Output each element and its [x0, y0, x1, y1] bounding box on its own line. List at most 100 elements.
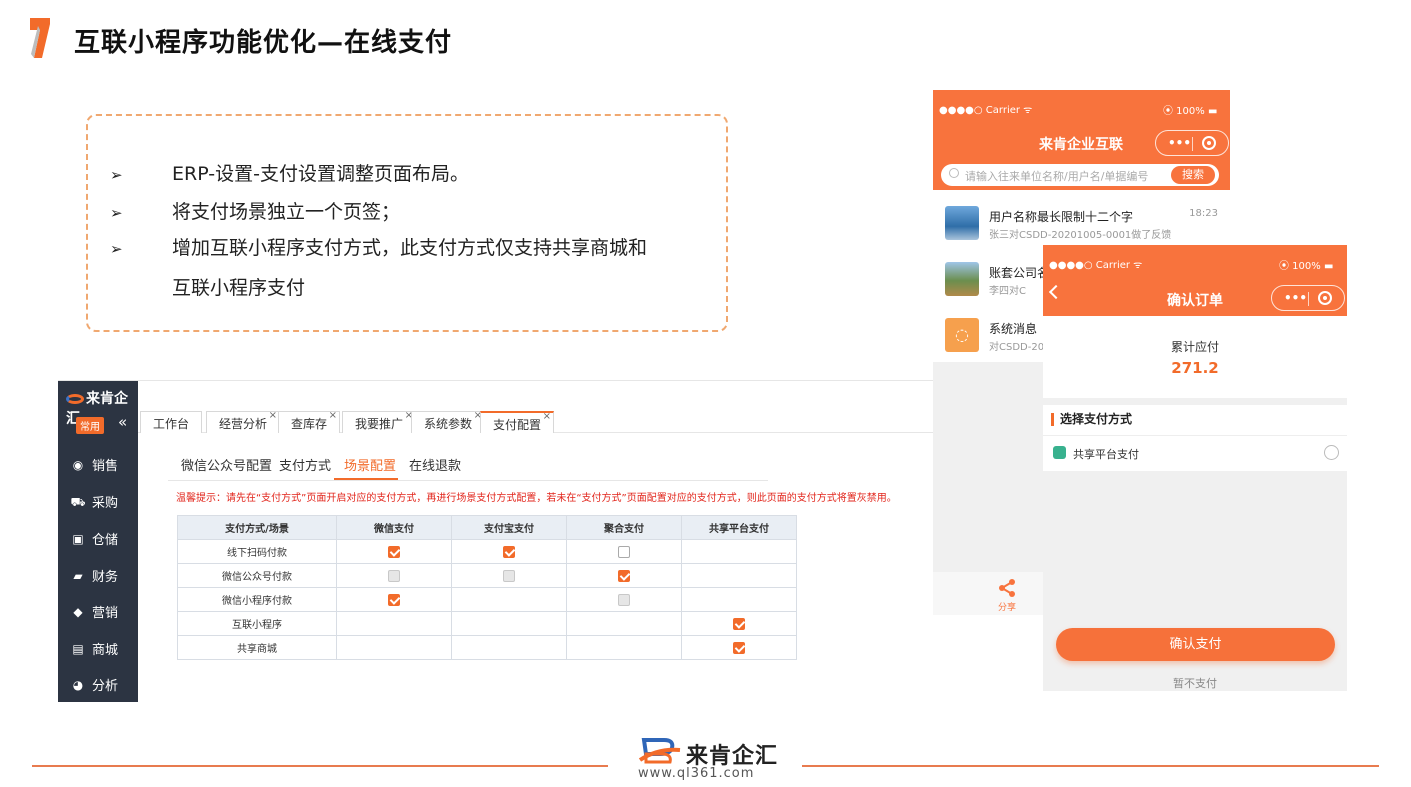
status-carrier: ●●●●○ Carrier ᯤ [1049, 260, 1143, 271]
table-cell [681, 611, 797, 636]
bullet-item: ➢ 增加互联小程序支付方式，此支付方式仅支持共享商城和 [110, 236, 647, 261]
payment-checkbox[interactable] [388, 593, 400, 606]
bullet-item: ➢ ERP-设置-支付设置调整页面布局。 [110, 162, 469, 187]
page-title: 互联小程序功能优化—在线支付 [74, 28, 453, 58]
payment-checkbox[interactable] [733, 641, 745, 654]
tab-payment-methods[interactable]: 支付方式 [279, 455, 331, 474]
sales-icon: ◉ [72, 457, 84, 472]
capsule-menu[interactable]: ••• [1155, 130, 1229, 156]
payment-checkbox[interactable] [618, 569, 630, 582]
payment-option-label: 共享平台支付 [1073, 448, 1139, 461]
payment-checkbox [503, 569, 515, 582]
column-header: 共享平台支付 [681, 515, 797, 540]
tab-scene-config[interactable]: 场景配置 [344, 455, 396, 474]
more-icon[interactable]: ••• [1284, 291, 1307, 305]
erp-logo: 来肯企汇 [58, 381, 138, 427]
bullet-marker-icon: ➢ [110, 166, 123, 184]
wallet-icon: ▰ [73, 568, 83, 583]
status-battery: ⦿ 100% ▬ [1163, 106, 1218, 117]
page-tab-bar: 工作台 经营分析 × 查库存 × 我要推广 × 系统参数 × 支付配置 × [138, 410, 933, 433]
tab-system-params[interactable]: 系统参数 × [411, 410, 486, 433]
payment-option-radio[interactable] [1324, 445, 1339, 460]
phone-header: ●●●●○ Carrier ᯤ ⦿ 100% ▬ 确认订单 ••• [1043, 245, 1347, 316]
table-cell [451, 539, 567, 564]
common-badge[interactable]: 常用 [76, 417, 104, 434]
table-cell [681, 563, 797, 588]
share-icon[interactable] [997, 578, 1017, 598]
payment-checkbox[interactable] [503, 545, 515, 558]
payment-checkbox[interactable] [388, 545, 400, 558]
column-header: 支付方式/场景 [177, 515, 337, 540]
tab-online-refund[interactable]: 在线退款 [409, 455, 461, 474]
sidebar-item-marketing[interactable]: ◆ 营销 [70, 602, 118, 622]
scene-label: 微信小程序付款 [177, 587, 337, 612]
scene-label: 线下扫码付款 [177, 539, 337, 564]
sidebar-item-finance[interactable]: ▰ 财务 [70, 566, 118, 586]
cart-icon: ⛟ [70, 494, 86, 509]
tab-promote[interactable]: 我要推广 × [342, 410, 417, 433]
erp-sidebar: 来肯企汇 常用 « ◉ 销售 ⛟ 采购 ▣ 仓储 ▰ 财务 ◆ 营销 ▤ 商城 ◕ 分析 [58, 381, 138, 702]
table-cell [566, 635, 682, 660]
back-icon[interactable] [1048, 284, 1064, 300]
confirm-pay-button[interactable]: 确认支付 [1056, 628, 1335, 661]
table-cell [336, 539, 452, 564]
payment-method-section: 选择支付方式 共享平台支付 [1043, 405, 1347, 471]
capsule-menu[interactable]: ••• [1271, 285, 1345, 311]
store-icon: ▤ [72, 641, 84, 656]
phone-header: ●●●●○ Carrier ᯤ ⦿ 100% ▬ 来肯企业互联 ••• 请输入往… [933, 90, 1230, 190]
chat-bubble-icon: ◌ [945, 318, 979, 352]
sidebar-item-purchase[interactable]: ⛟ 采购 [70, 492, 118, 512]
skip-pay-link[interactable]: 暂不支付 [1043, 675, 1347, 691]
table-row: 线下扫码付款 [177, 539, 797, 564]
scene-label: 互联小程序 [177, 611, 337, 636]
tab-workbench[interactable]: 工作台 [140, 411, 203, 433]
tab-wechat-account-config[interactable]: 微信公众号配置 [181, 455, 272, 474]
footer-logo: 来肯企汇 www.ql361.com [608, 722, 802, 781]
table-row: 微信公众号付款 [177, 563, 797, 588]
logo-swoosh-icon [638, 738, 681, 764]
payment-checkbox[interactable] [733, 617, 745, 630]
search-bar[interactable]: 请输入往来单位名称/用户名/单据编号 搜索 [941, 164, 1219, 186]
table-cell [681, 635, 797, 660]
active-tab-underline [334, 478, 398, 480]
tag-icon: ◆ [73, 604, 83, 619]
table-row: 互联小程序 [177, 611, 797, 636]
tab-business-analysis[interactable]: 经营分析 × [206, 410, 281, 433]
close-icon[interactable]: × [543, 411, 551, 422]
bullet-item: ➢ 将支付场景独立一个页签； [110, 200, 400, 225]
search-button[interactable]: 搜索 [1171, 166, 1215, 184]
close-circle-icon[interactable] [1202, 136, 1216, 150]
more-icon[interactable]: ••• [1168, 136, 1191, 150]
sub-tab-divider [168, 480, 768, 481]
status-battery: ⦿ 100% ▬ [1279, 261, 1334, 272]
sidebar-item-mall[interactable]: ▤ 商城 [70, 639, 118, 659]
phone-title: 来肯企业互联 [1039, 137, 1123, 153]
search-input[interactable]: 请输入往来单位名称/用户名/单据编号 [965, 168, 1148, 184]
close-icon[interactable]: × [269, 410, 277, 421]
close-icon[interactable]: × [329, 410, 337, 421]
close-circle-icon[interactable] [1318, 291, 1332, 305]
collapse-icon[interactable]: « [118, 413, 127, 431]
bullet-text: 将支付场景独立一个页签； [172, 201, 401, 223]
avatar [945, 206, 979, 240]
tab-check-stock[interactable]: 查库存 × [278, 410, 341, 433]
table-cell [336, 563, 452, 588]
shared-platform-icon [1053, 446, 1066, 459]
table-cell [336, 611, 452, 636]
amount-due-value: 271.2 [1171, 359, 1219, 377]
sidebar-item-sales[interactable]: ◉ 销售 [70, 455, 118, 475]
share-label: 分享 [998, 603, 1017, 613]
warehouse-icon: ▣ [72, 531, 84, 546]
table-cell [681, 539, 797, 564]
sidebar-item-storage[interactable]: ▣ 仓储 [70, 529, 118, 549]
footer-rule-left [32, 765, 609, 767]
payment-checkbox [618, 593, 630, 606]
table-row: 微信小程序付款 [177, 587, 797, 612]
bullet-marker-icon: ➢ [110, 204, 123, 222]
list-item[interactable]: 用户名称最长限制十二个字 张三对CSDD-20201005-0001做了反馈 1… [933, 194, 1230, 249]
sidebar-item-analysis[interactable]: ◕ 分析 [70, 675, 118, 695]
table-cell [566, 539, 682, 564]
tab-payment-config[interactable]: 支付配置 × [480, 411, 555, 433]
payment-checkbox[interactable] [618, 545, 630, 558]
avatar [945, 262, 979, 296]
